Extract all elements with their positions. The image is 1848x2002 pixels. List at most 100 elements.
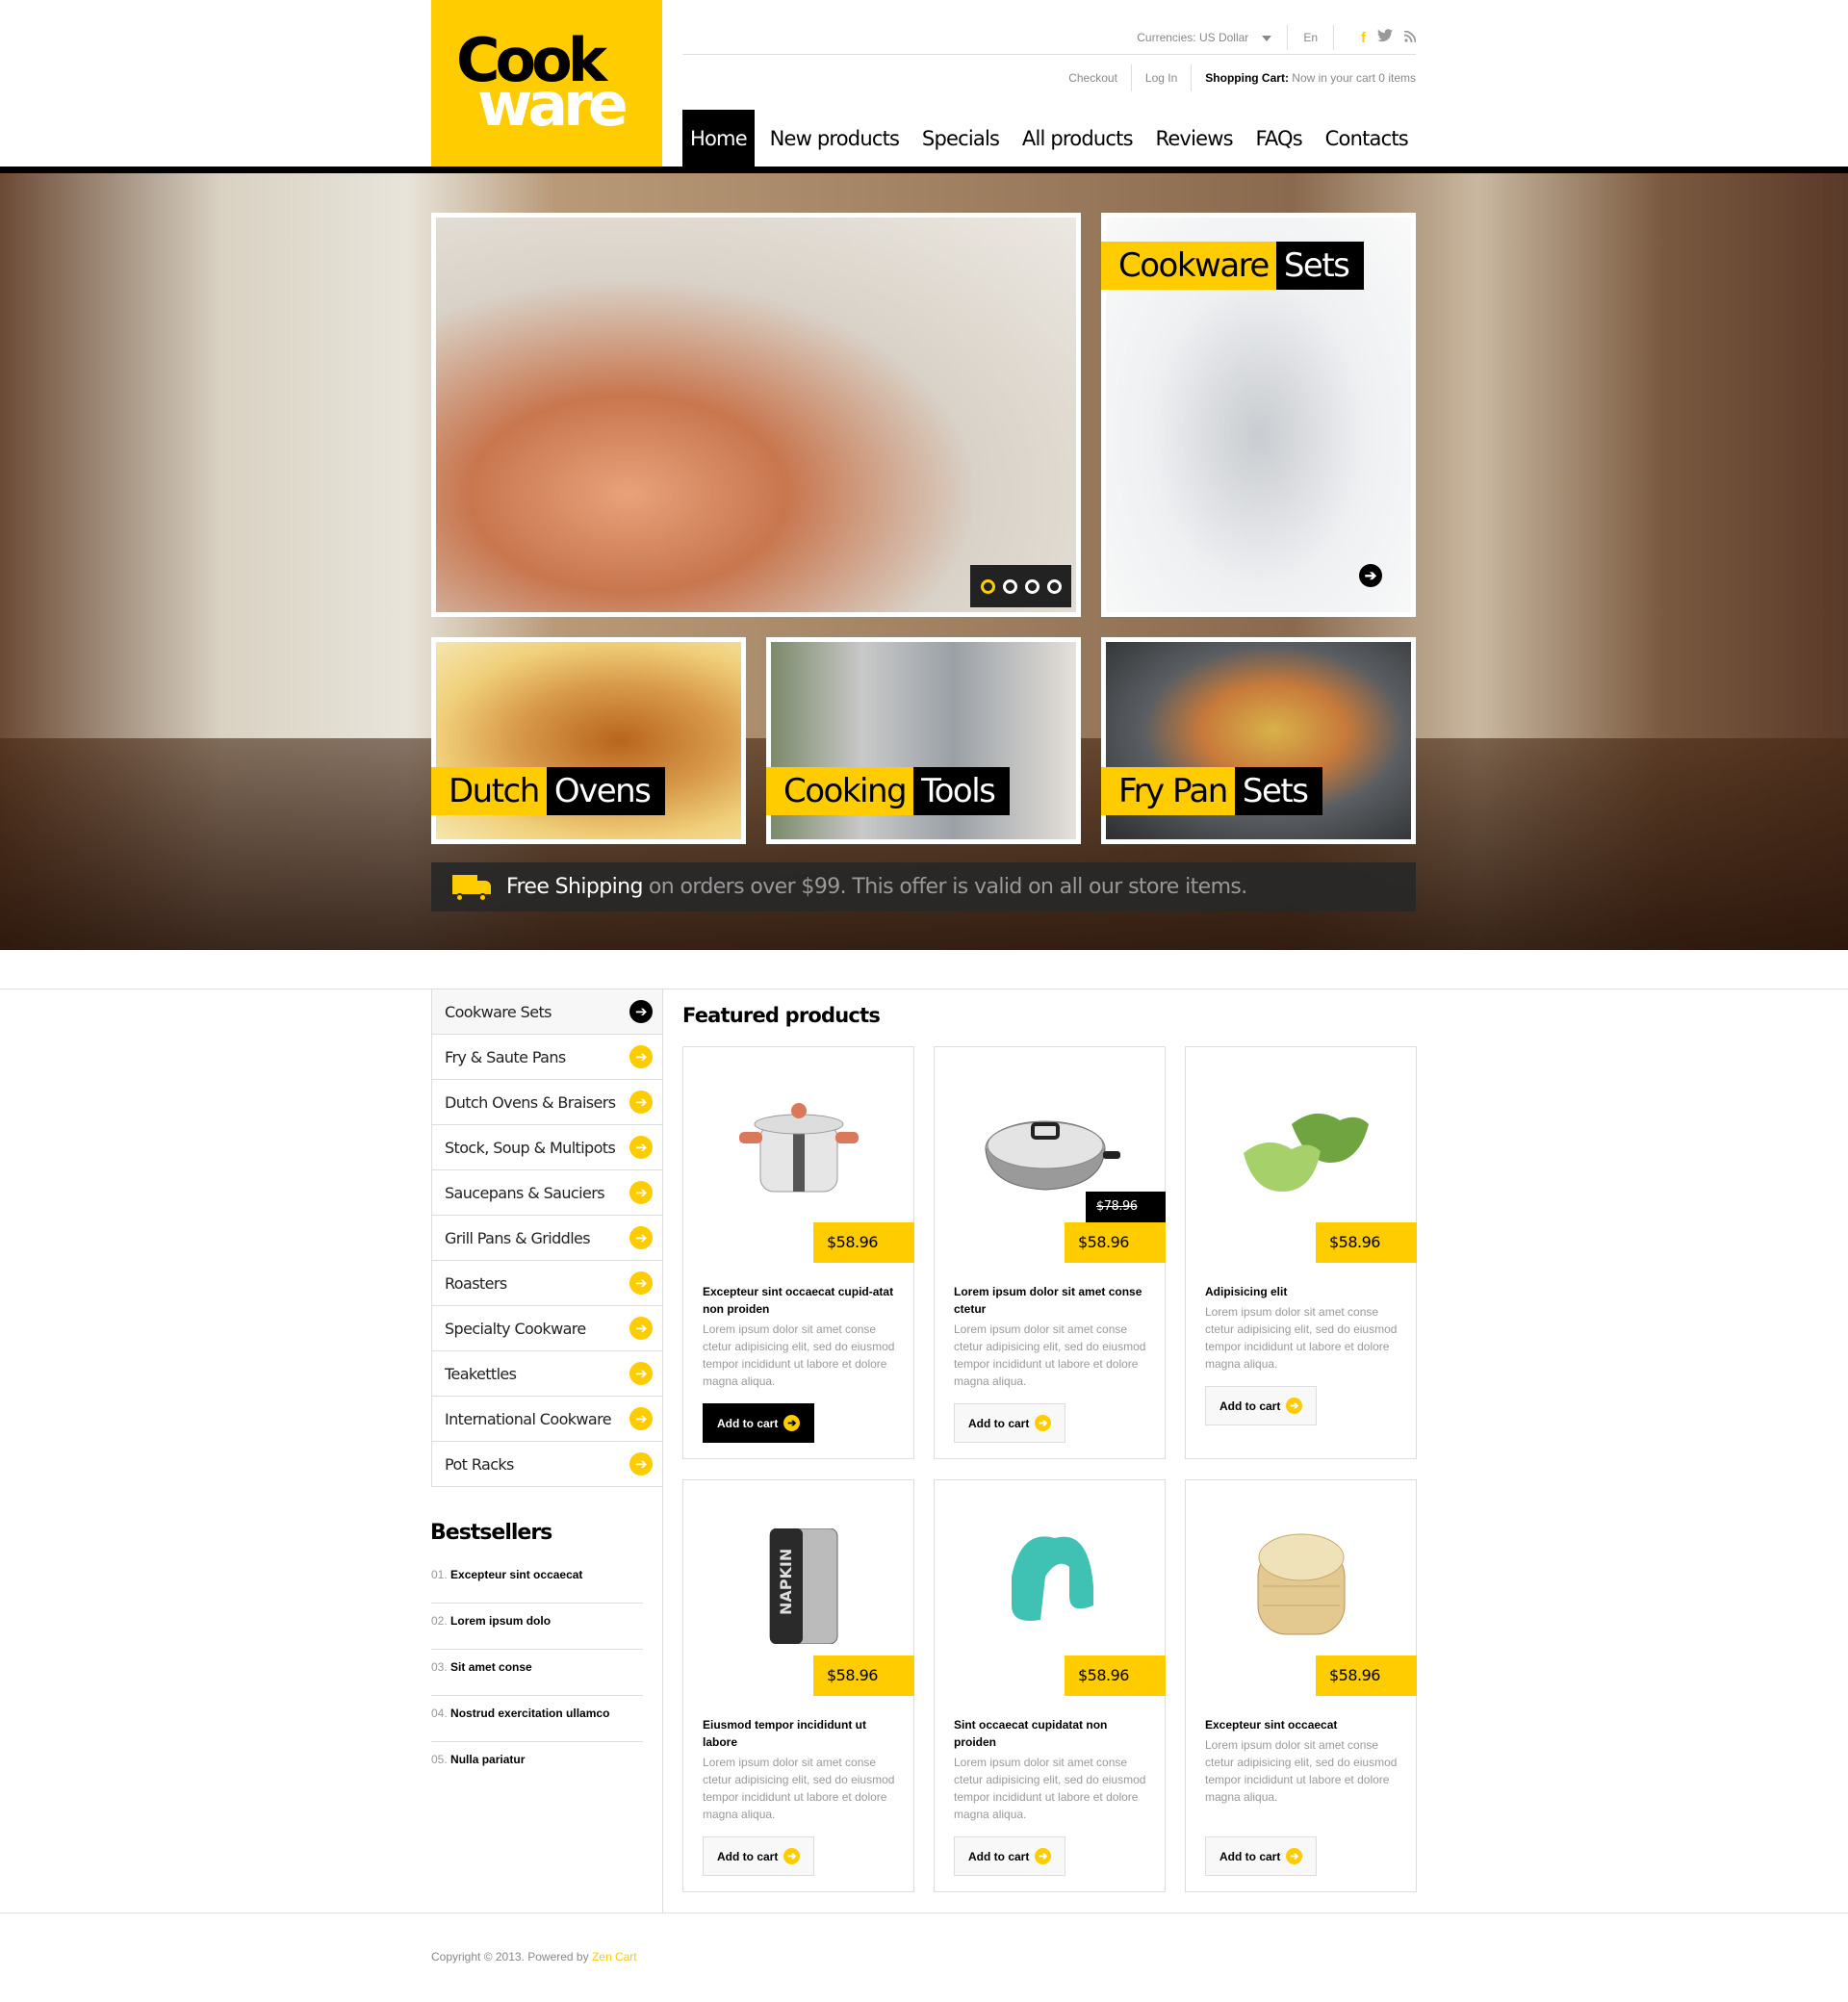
slider-dot-3[interactable] bbox=[1024, 578, 1040, 594]
currency-select[interactable]: US Dollar bbox=[1199, 31, 1272, 44]
arrow-right-icon: ➔ bbox=[629, 1407, 653, 1430]
product-card: $78.96 $58.96 Lorem ipsum dolor sit amet… bbox=[934, 1046, 1166, 1459]
arrow-right-icon[interactable]: ➔ bbox=[1359, 564, 1382, 587]
top-bar: Currencies: US Dollar En f bbox=[682, 21, 1417, 54]
product-description: Lorem ipsum dolor sit amet conse ctetur … bbox=[703, 1756, 895, 1821]
bestseller-item[interactable]: 03. Sit amet conse bbox=[431, 1650, 643, 1696]
rss-icon[interactable] bbox=[1403, 30, 1417, 46]
add-to-cart-button[interactable]: Add to cart ➔ bbox=[703, 1403, 815, 1443]
category-item[interactable]: Teakettles ➔ bbox=[432, 1351, 662, 1397]
category-item[interactable]: Cookware Sets ➔ bbox=[432, 989, 662, 1035]
slider-dot-1[interactable] bbox=[980, 578, 995, 594]
category-item[interactable]: Roasters ➔ bbox=[432, 1261, 662, 1306]
bestseller-item[interactable]: 01. Excepteur sint occaecat bbox=[431, 1557, 643, 1604]
twitter-icon[interactable] bbox=[1377, 29, 1393, 46]
category-item[interactable]: Specialty Cookware ➔ bbox=[432, 1306, 662, 1351]
header-bottom-bar bbox=[0, 167, 1848, 173]
category-item[interactable]: Saucepans & Sauciers ➔ bbox=[432, 1170, 662, 1216]
arrow-right-icon: ➔ bbox=[1035, 1848, 1052, 1864]
product-description: Lorem ipsum dolor sit amet conse ctetur … bbox=[954, 1756, 1146, 1821]
add-to-cart-button[interactable]: Add to cart ➔ bbox=[954, 1403, 1066, 1443]
currency-label: Currencies: bbox=[1137, 31, 1196, 44]
product-image-napkin-holder[interactable]: NAPKIN bbox=[722, 1528, 876, 1644]
facebook-icon[interactable]: f bbox=[1361, 30, 1366, 46]
add-to-cart-button[interactable]: Add to cart ➔ bbox=[1205, 1386, 1318, 1425]
category-item[interactable]: Grill Pans & Griddles ➔ bbox=[432, 1216, 662, 1261]
checkout-link[interactable]: Checkout bbox=[1068, 71, 1117, 85]
product-name[interactable]: Excepteur sint occaecat Lorem ipsum dolor… bbox=[1205, 1716, 1398, 1806]
language-select[interactable]: En bbox=[1303, 31, 1318, 44]
product-price: $58.96 bbox=[1065, 1656, 1166, 1696]
product-name[interactable]: Adipisicing elit Lorem ipsum dolor sit am… bbox=[1205, 1283, 1398, 1373]
slider-pagination bbox=[970, 565, 1071, 607]
shopping-cart-link[interactable]: Shopping Cart: Now in your cart 0 items bbox=[1205, 71, 1416, 85]
tile-cooking-tools[interactable]: Cooking Tools bbox=[766, 637, 1081, 844]
product-image-sink-caddy[interactable] bbox=[973, 1528, 1127, 1644]
product-name[interactable]: Eiusmod tempor incididunt ut labore Lorem… bbox=[703, 1716, 895, 1823]
tile-dutch-ovens[interactable]: Dutch Ovens bbox=[431, 637, 746, 844]
arrow-right-icon: ➔ bbox=[783, 1415, 801, 1431]
product-name[interactable]: Excepteur sint occaecat cupid-atat non p… bbox=[703, 1283, 895, 1390]
product-name[interactable]: Sint occaecat cupidatat non proiden Lorem… bbox=[954, 1716, 1146, 1823]
chevron-down-icon bbox=[1262, 35, 1272, 41]
shipping-text: on orders over $99. This offer is valid … bbox=[648, 875, 1247, 899]
nav-specials[interactable]: Specials bbox=[914, 110, 1007, 167]
zen-cart-link[interactable]: Zen Cart bbox=[592, 1950, 637, 1964]
add-to-cart-button[interactable]: Add to cart ➔ bbox=[1205, 1836, 1318, 1876]
product-image-bamboo-steamer[interactable] bbox=[1224, 1528, 1378, 1644]
product-image-pressure-cooker[interactable] bbox=[722, 1095, 876, 1211]
category-item[interactable]: Dutch Ovens & Braisers ➔ bbox=[432, 1080, 662, 1125]
product-description: Lorem ipsum dolor sit amet conse ctetur … bbox=[1205, 1305, 1398, 1371]
divider bbox=[1130, 64, 1132, 91]
sidebar-divider bbox=[662, 988, 663, 1912]
product-description: Lorem ipsum dolor sit amet conse ctetur … bbox=[954, 1322, 1146, 1388]
category-item[interactable]: Pot Racks ➔ bbox=[432, 1442, 662, 1487]
divider bbox=[1191, 64, 1193, 91]
login-link[interactable]: Log In bbox=[1145, 71, 1177, 85]
product-image-egg-poachers[interactable] bbox=[1224, 1095, 1378, 1211]
add-to-cart-button[interactable]: Add to cart ➔ bbox=[703, 1836, 815, 1876]
category-item[interactable]: Stock, Soup & Multipots ➔ bbox=[432, 1125, 662, 1170]
svg-text:NAPKIN: NAPKIN bbox=[777, 1549, 795, 1615]
bestseller-item[interactable]: 05. Nulla pariatur bbox=[431, 1742, 643, 1788]
product-price: $58.96 bbox=[813, 1222, 914, 1263]
product-card: $58.96 Excepteur sint occaecat Lorem ipsu… bbox=[1185, 1479, 1417, 1892]
tile-fry-pan-sets[interactable]: Fry Pan Sets bbox=[1101, 637, 1416, 844]
free-shipping-bar: Free Shipping on orders over $99. This o… bbox=[431, 862, 1416, 911]
nav-new-products[interactable]: New products bbox=[762, 110, 908, 167]
slider-dot-2[interactable] bbox=[1002, 578, 1017, 594]
nav-home[interactable]: Home bbox=[682, 110, 755, 167]
category-list: Cookware Sets ➔ Fry & Saute Pans ➔ Dutch O… bbox=[431, 989, 662, 1487]
nav-contacts[interactable]: Contacts bbox=[1318, 110, 1416, 167]
banner-cookware-sets[interactable]: ➔ Cookware Sets bbox=[1101, 213, 1416, 617]
tile-title: Cooking Tools bbox=[766, 767, 1011, 815]
add-to-cart-button[interactable]: Add to cart ➔ bbox=[954, 1836, 1066, 1876]
arrow-right-icon: ➔ bbox=[629, 1045, 653, 1068]
bestseller-item[interactable]: 02. Lorem ipsum dolo bbox=[431, 1604, 643, 1650]
arrow-right-icon: ➔ bbox=[1286, 1398, 1303, 1414]
product-card: $58.96 Adipisicing elit Lorem ipsum dolor… bbox=[1185, 1046, 1417, 1459]
main-nav: Home New products Specials All products … bbox=[682, 110, 1416, 167]
bestsellers-title: Bestsellers bbox=[430, 1521, 552, 1545]
main-slider[interactable] bbox=[431, 213, 1081, 617]
product-old-price: $78.96 bbox=[1086, 1192, 1166, 1222]
bestseller-item[interactable]: 04. Nostrud exercitation ullamco bbox=[431, 1696, 643, 1742]
product-price: $58.96 bbox=[1316, 1656, 1417, 1696]
arrow-right-icon: ➔ bbox=[783, 1848, 801, 1864]
arrow-right-icon: ➔ bbox=[629, 1000, 653, 1023]
product-card: NAPKIN $58.96 Eiusmod tempor incididunt … bbox=[682, 1479, 914, 1892]
divider bbox=[1287, 25, 1289, 50]
nav-reviews[interactable]: Reviews bbox=[1147, 110, 1240, 167]
arrow-right-icon: ➔ bbox=[629, 1271, 653, 1295]
arrow-right-icon: ➔ bbox=[629, 1181, 653, 1204]
category-item[interactable]: International Cookware ➔ bbox=[432, 1397, 662, 1442]
slider-dot-4[interactable] bbox=[1046, 578, 1062, 594]
nav-all-products[interactable]: All products bbox=[1014, 110, 1141, 167]
arrow-right-icon: ➔ bbox=[629, 1136, 653, 1159]
product-name[interactable]: Lorem ipsum dolor sit amet conse ctetur L… bbox=[954, 1283, 1146, 1390]
arrow-right-icon: ➔ bbox=[629, 1362, 653, 1385]
nav-faqs[interactable]: FAQs bbox=[1248, 110, 1310, 167]
category-item[interactable]: Fry & Saute Pans ➔ bbox=[432, 1035, 662, 1080]
site-logo[interactable]: Cook ware bbox=[431, 0, 662, 167]
footer-divider bbox=[0, 1912, 1848, 1913]
